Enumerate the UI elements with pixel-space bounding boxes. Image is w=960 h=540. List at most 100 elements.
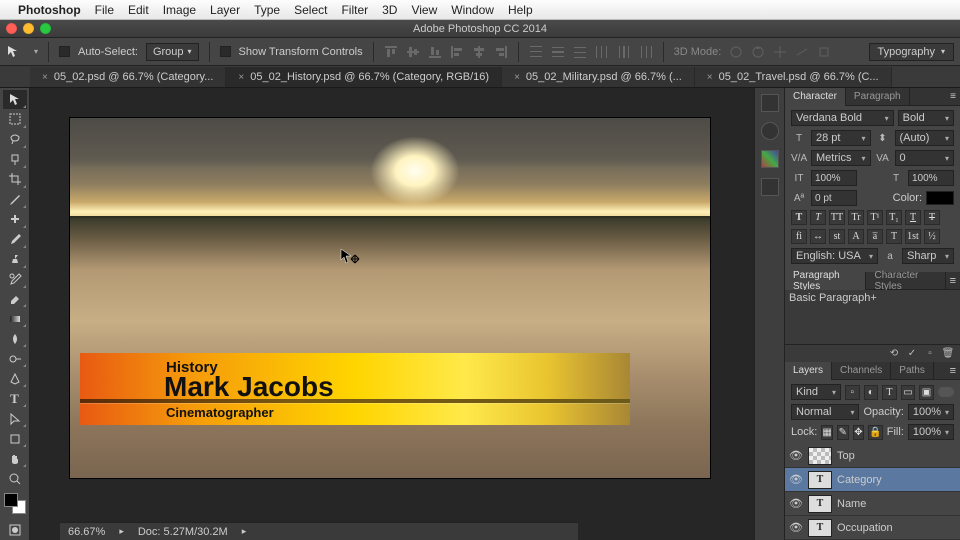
filter-smart-icon[interactable]: ▣ — [919, 385, 934, 400]
gradient-tool[interactable] — [3, 309, 27, 328]
horizontal-scale-field[interactable]: 100% — [908, 170, 954, 186]
menu-edit[interactable]: Edit — [128, 3, 149, 17]
antialiasing-dropdown[interactable]: Sharp▾ — [902, 248, 954, 264]
tab-layers[interactable]: Layers — [785, 362, 832, 380]
menu-window[interactable]: Window — [451, 3, 494, 17]
zoom-tool[interactable] — [3, 469, 27, 488]
3d-slide-icon[interactable] — [795, 45, 809, 59]
menu-layer[interactable]: Layer — [210, 3, 240, 17]
styles-panel-icon[interactable] — [761, 178, 779, 196]
layer-filter-dropdown[interactable]: Kind▾ — [791, 384, 841, 400]
small-caps-button[interactable]: Tr — [848, 210, 864, 225]
align-left-icon[interactable] — [450, 45, 464, 59]
auto-select-checkbox[interactable] — [59, 46, 70, 57]
layer-row[interactable]: 👁 Top — [785, 444, 960, 468]
close-window-icon[interactable] — [6, 23, 17, 34]
color-swatches[interactable] — [4, 493, 26, 514]
all-caps-button[interactable]: TT — [829, 210, 845, 225]
layer-thumb[interactable]: T — [808, 519, 832, 537]
pen-tool[interactable] — [3, 369, 27, 388]
menu-type[interactable]: Type — [254, 3, 280, 17]
layer-name[interactable]: Top — [837, 450, 855, 462]
opacity-field[interactable]: 100%▾ — [908, 404, 954, 420]
layer-row[interactable]: 👁 T Category — [785, 468, 960, 492]
layer-thumb[interactable] — [808, 447, 832, 465]
align-bottom-icon[interactable] — [428, 45, 442, 59]
move-tool[interactable] — [3, 90, 27, 109]
visibility-icon[interactable]: 👁 — [789, 521, 803, 535]
menu-view[interactable]: View — [411, 3, 437, 17]
doc-tab-3[interactable]: ×05_02_Travel.psd @ 66.7% (C... — [695, 67, 892, 87]
underline-button[interactable]: T — [905, 210, 921, 225]
canvas-area[interactable]: History Mark Jacobs Cinematographer 66.6… — [30, 88, 754, 540]
menu-file[interactable]: File — [95, 3, 114, 17]
layer-row[interactable]: 👁 T Occupation — [785, 516, 960, 540]
lock-position-icon[interactable]: ✥ — [853, 425, 865, 440]
tab-paragraph[interactable]: Paragraph — [846, 88, 910, 106]
language-dropdown[interactable]: English: USA▾ — [791, 248, 878, 264]
filter-adjust-icon[interactable]: ◐ — [864, 385, 879, 400]
lock-all-icon[interactable]: 🔒 — [868, 425, 882, 440]
tab-channels[interactable]: Channels — [832, 362, 891, 380]
titling-alt-button[interactable]: T — [886, 229, 902, 244]
workspace-switcher[interactable]: Typography▾ — [869, 43, 955, 61]
doc-size[interactable]: Doc: 5.27M/30.2M — [138, 526, 228, 538]
font-family-dropdown[interactable]: Verdana Bold▾ — [791, 110, 894, 126]
override-icon[interactable]: ✓ — [906, 348, 918, 360]
menu-filter[interactable]: Filter — [341, 3, 368, 17]
shape-tool[interactable] — [3, 429, 27, 448]
quick-select-tool[interactable] — [3, 150, 27, 169]
crop-tool[interactable] — [3, 170, 27, 189]
menu-image[interactable]: Image — [163, 3, 196, 17]
3d-pan-icon[interactable] — [773, 45, 787, 59]
baseline-shift-field[interactable]: 0 pt — [811, 190, 857, 206]
type-tool[interactable]: T — [3, 389, 27, 408]
distribute-bottom-icon[interactable] — [573, 45, 587, 59]
vertical-scale-field[interactable]: 100% — [811, 170, 857, 186]
tab-character[interactable]: Character — [785, 88, 846, 106]
swash-button[interactable]: A — [848, 229, 864, 244]
menu-photoshop[interactable]: Photoshop — [18, 3, 81, 17]
zoom-level[interactable]: 66.67% — [68, 526, 105, 538]
zoom-window-icon[interactable] — [40, 23, 51, 34]
panel-menu-icon[interactable]: ≡ — [946, 365, 960, 377]
minimize-window-icon[interactable] — [23, 23, 34, 34]
menu-help[interactable]: Help — [508, 3, 533, 17]
panel-menu-icon[interactable]: ≡ — [946, 91, 960, 102]
align-vcenter-icon[interactable] — [406, 45, 420, 59]
layer-row[interactable]: 👁 T Name — [785, 492, 960, 516]
document-canvas[interactable]: History Mark Jacobs Cinematographer — [70, 118, 710, 478]
dodge-tool[interactable] — [3, 349, 27, 368]
clone-stamp-tool[interactable] — [3, 250, 27, 269]
hand-tool[interactable] — [3, 449, 27, 468]
faux-bold-button[interactable]: T — [791, 210, 807, 225]
layer-thumb[interactable]: T — [808, 471, 832, 489]
doc-tab-1[interactable]: ×05_02_History.psd @ 66.7% (Category, RG… — [226, 67, 502, 87]
distribute-hcenter-icon[interactable] — [617, 45, 631, 59]
reset-icon[interactable]: ⟲ — [888, 348, 900, 360]
history-brush-tool[interactable] — [3, 270, 27, 289]
chevron-right-icon[interactable]: ▸ — [119, 526, 124, 537]
menu-select[interactable]: Select — [294, 3, 327, 17]
trash-icon[interactable]: 🗑 — [942, 348, 954, 360]
stylistic-alt-button[interactable]: a̅ — [867, 229, 883, 244]
discretionary-lig-button[interactable]: st — [829, 229, 845, 244]
auto-select-target-dropdown[interactable]: Group▾ — [146, 43, 199, 61]
fill-field[interactable]: 100%▾ — [908, 424, 954, 440]
close-tab-icon[interactable]: × — [238, 72, 244, 83]
font-size-field[interactable]: 28 pt▾ — [811, 130, 871, 146]
visibility-icon[interactable]: 👁 — [789, 497, 803, 511]
filter-pixel-icon[interactable]: ▫ — [845, 385, 860, 400]
align-hcenter-icon[interactable] — [472, 45, 486, 59]
distribute-vcenter-icon[interactable] — [551, 45, 565, 59]
doc-tab-0[interactable]: ×05_02.psd @ 66.7% (Category... — [30, 67, 226, 87]
distribute-left-icon[interactable] — [595, 45, 609, 59]
kerning-field[interactable]: Metrics▾ — [811, 150, 871, 166]
filter-toggle[interactable] — [938, 387, 954, 397]
distribute-top-icon[interactable] — [529, 45, 543, 59]
distribute-right-icon[interactable] — [639, 45, 653, 59]
close-tab-icon[interactable]: × — [707, 72, 713, 83]
panel-menu-icon[interactable]: ≡ — [946, 275, 960, 287]
contextual-alt-button[interactable]: ↔ — [810, 229, 826, 244]
fg-color-swatch[interactable] — [4, 493, 18, 507]
